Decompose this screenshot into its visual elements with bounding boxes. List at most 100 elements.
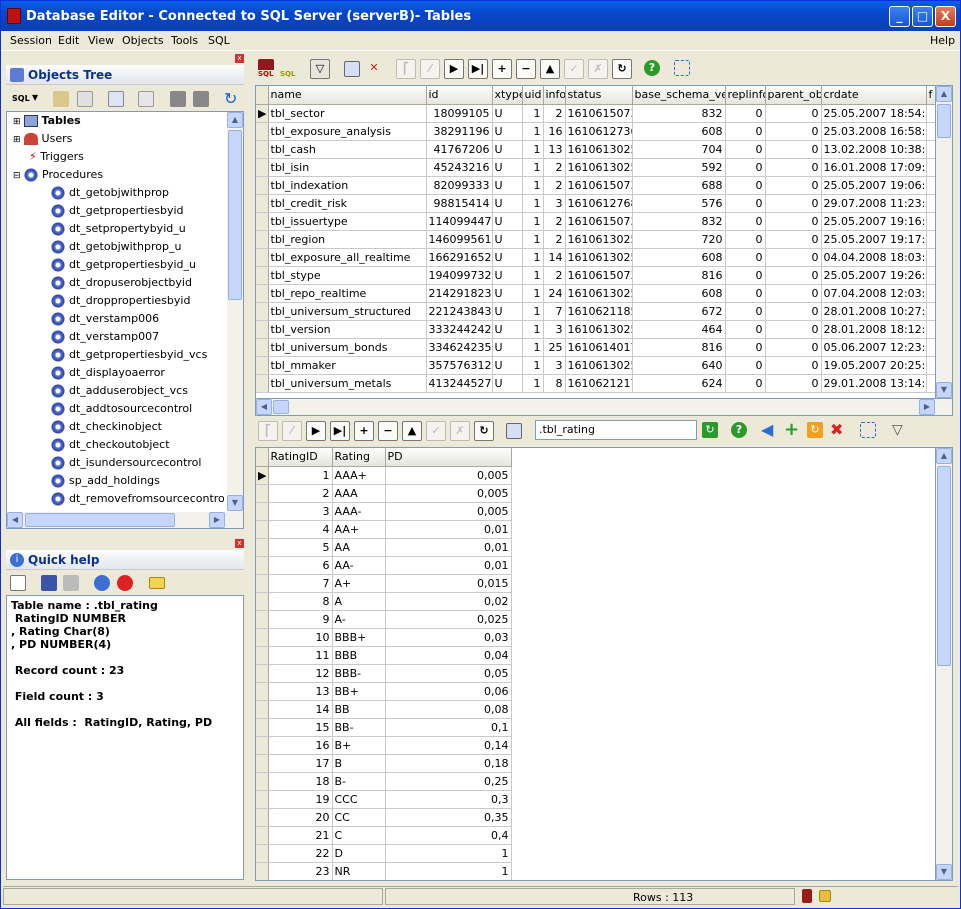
export-icon[interactable] — [138, 91, 154, 107]
table-row[interactable]: 4 AA+ 0,01 — [256, 520, 512, 539]
table-cell[interactable]: 832 — [632, 212, 726, 231]
table-cell[interactable]: B+ — [332, 736, 386, 755]
first-record-icon[interactable]: ⎡ — [396, 59, 416, 79]
table-cell[interactable] — [926, 140, 935, 159]
table-cell[interactable]: 1610613025 — [565, 356, 633, 375]
table-cell[interactable]: 21 — [268, 826, 333, 845]
refresh-orange-icon[interactable]: ↻ — [807, 422, 823, 438]
table-cell[interactable]: 0,01 — [385, 538, 512, 557]
table-cell[interactable]: 0,005 — [385, 484, 512, 503]
table-cell[interactable]: 333244242 — [426, 320, 493, 339]
table-cell[interactable] — [926, 338, 935, 357]
scroll-thumb[interactable] — [25, 513, 175, 527]
menu-help[interactable]: Help — [930, 34, 955, 47]
insert-record-icon[interactable]: + — [492, 59, 512, 79]
fit-columns-icon[interactable] — [674, 60, 690, 76]
column-header[interactable]: replinfo — [725, 86, 766, 105]
table-row[interactable]: tbl_issuertype 114099447 U 1 2 1610615073 832 0… — [256, 212, 935, 231]
table-cell[interactable]: U — [492, 104, 523, 123]
table-cell[interactable]: 1 — [522, 266, 544, 285]
rating-grid-vertical-scrollbar[interactable]: ▲ ▼ — [936, 447, 953, 881]
add-green-icon[interactable]: + — [784, 421, 800, 439]
table-cell[interactable]: 17 — [268, 754, 333, 773]
delete-record-icon[interactable]: − — [516, 59, 536, 79]
back-arrow-icon[interactable]: ◀ — [761, 422, 777, 438]
table-cell[interactable]: tbl_mmaker — [268, 356, 427, 375]
table-cell[interactable]: 0,025 — [385, 610, 512, 629]
table-cell[interactable]: 04.04.2008 18:03:11 — [821, 248, 927, 267]
table-cell[interactable]: tbl_issuertype — [268, 212, 427, 231]
menu-edit[interactable]: Edit — [58, 34, 79, 47]
table-row[interactable]: tbl_universum_structured 221243843 U 1 7 1610… — [256, 302, 935, 321]
table-cell[interactable]: U — [492, 194, 523, 213]
table-cell[interactable]: 5 — [268, 538, 333, 557]
table-cell[interactable]: 3 — [543, 320, 566, 339]
table-cell[interactable]: AAA+ — [332, 466, 386, 485]
tables-grid-vertical-scrollbar[interactable]: ▲ ▼ — [936, 85, 953, 399]
table-cell[interactable]: 608 — [632, 122, 726, 141]
table-cell[interactable]: 22 — [268, 844, 333, 863]
table-cell[interactable]: 0 — [765, 266, 822, 285]
table-cell[interactable]: 1610613025 — [565, 284, 633, 303]
table-cell[interactable]: A — [332, 592, 386, 611]
table-cell[interactable]: 576 — [632, 194, 726, 213]
table-row[interactable]: 13 BB+ 0,06 — [256, 682, 512, 701]
table-cell[interactable]: 0 — [725, 122, 766, 141]
scroll-down-icon[interactable]: ▼ — [227, 495, 243, 511]
table-cell[interactable] — [926, 122, 935, 141]
pause-icon[interactable] — [193, 91, 209, 107]
table-row[interactable]: 6 AA- 0,01 — [256, 556, 512, 575]
table-cell[interactable] — [926, 194, 935, 213]
table-cell[interactable]: 20 — [268, 808, 333, 827]
table-cell[interactable]: tbl_universum_structured — [268, 302, 427, 321]
column-header[interactable]: id — [426, 86, 493, 105]
table-cell[interactable]: 1 — [522, 122, 544, 141]
table-cell[interactable]: tbl_credit_risk — [268, 194, 427, 213]
table-row[interactable]: tbl_credit_risk 98815414 U 1 3 1610612768 576 0… — [256, 194, 935, 213]
table-cell[interactable]: 0 — [765, 176, 822, 195]
collapse-icon[interactable]: ⊟ — [13, 171, 21, 181]
table-row[interactable]: 3 AAA- 0,005 — [256, 502, 512, 521]
table-cell[interactable]: BBB — [332, 646, 386, 665]
table-cell[interactable]: B — [332, 754, 386, 773]
column-header[interactable]: uid — [522, 86, 544, 105]
table-cell[interactable]: 0 — [725, 158, 766, 177]
table-cell[interactable]: 0 — [725, 374, 766, 393]
table-cell[interactable]: 0,015 — [385, 574, 512, 593]
menu-objects[interactable]: Objects — [122, 34, 164, 47]
table-cell[interactable]: 0 — [725, 212, 766, 231]
scroll-up-icon[interactable]: ▲ — [936, 448, 952, 464]
table-cell[interactable] — [926, 374, 935, 393]
table-cell[interactable]: 13.02.2008 10:38:37 — [821, 140, 927, 159]
menu-session[interactable]: Session — [10, 34, 52, 47]
table-cell[interactable]: U — [492, 212, 523, 231]
table-row[interactable]: tbl_universum_metals 413244527 U 1 8 16106212… — [256, 374, 935, 393]
table-cell[interactable]: 0 — [765, 374, 822, 393]
tree-node-procedure[interactable]: dt_isundersourcecontrol — [51, 456, 201, 474]
table-cell[interactable]: 1 — [522, 284, 544, 303]
tree-node-procedure[interactable]: dt_checkinobject — [51, 420, 162, 438]
table-cell[interactable]: tbl_exposure_analysis — [268, 122, 427, 141]
table-cell[interactable]: 41767206 — [426, 140, 493, 159]
table-cell[interactable]: 0,04 — [385, 646, 512, 665]
help-icon[interactable]: ? — [731, 422, 747, 438]
table-row[interactable]: 19 CCC 0,3 — [256, 790, 512, 809]
table-cell[interactable]: 0 — [725, 230, 766, 249]
table-cell[interactable]: 13 — [268, 682, 333, 701]
table-cell[interactable]: 0 — [765, 302, 822, 321]
table-cell[interactable]: 1 — [522, 194, 544, 213]
table-cell[interactable]: AA — [332, 538, 386, 557]
table-cell[interactable] — [926, 230, 935, 249]
table-row[interactable]: 16 B+ 0,14 — [256, 736, 512, 755]
table-cell[interactable]: 2 — [543, 266, 566, 285]
table-cell[interactable]: 0 — [765, 158, 822, 177]
delete-grid-icon[interactable]: ✕ — [366, 61, 382, 77]
table-cell[interactable]: 1610613025 — [565, 248, 633, 267]
table-cell[interactable]: U — [492, 122, 523, 141]
table-cell[interactable]: tbl_isin — [268, 158, 427, 177]
table-cell[interactable]: 720 — [632, 230, 726, 249]
table-cell[interactable]: 8 — [268, 592, 333, 611]
document-icon[interactable] — [77, 91, 93, 107]
tree-node-procedure[interactable]: dt_getpropertiesbyid — [51, 204, 184, 222]
table-cell[interactable]: AAA — [332, 484, 386, 503]
